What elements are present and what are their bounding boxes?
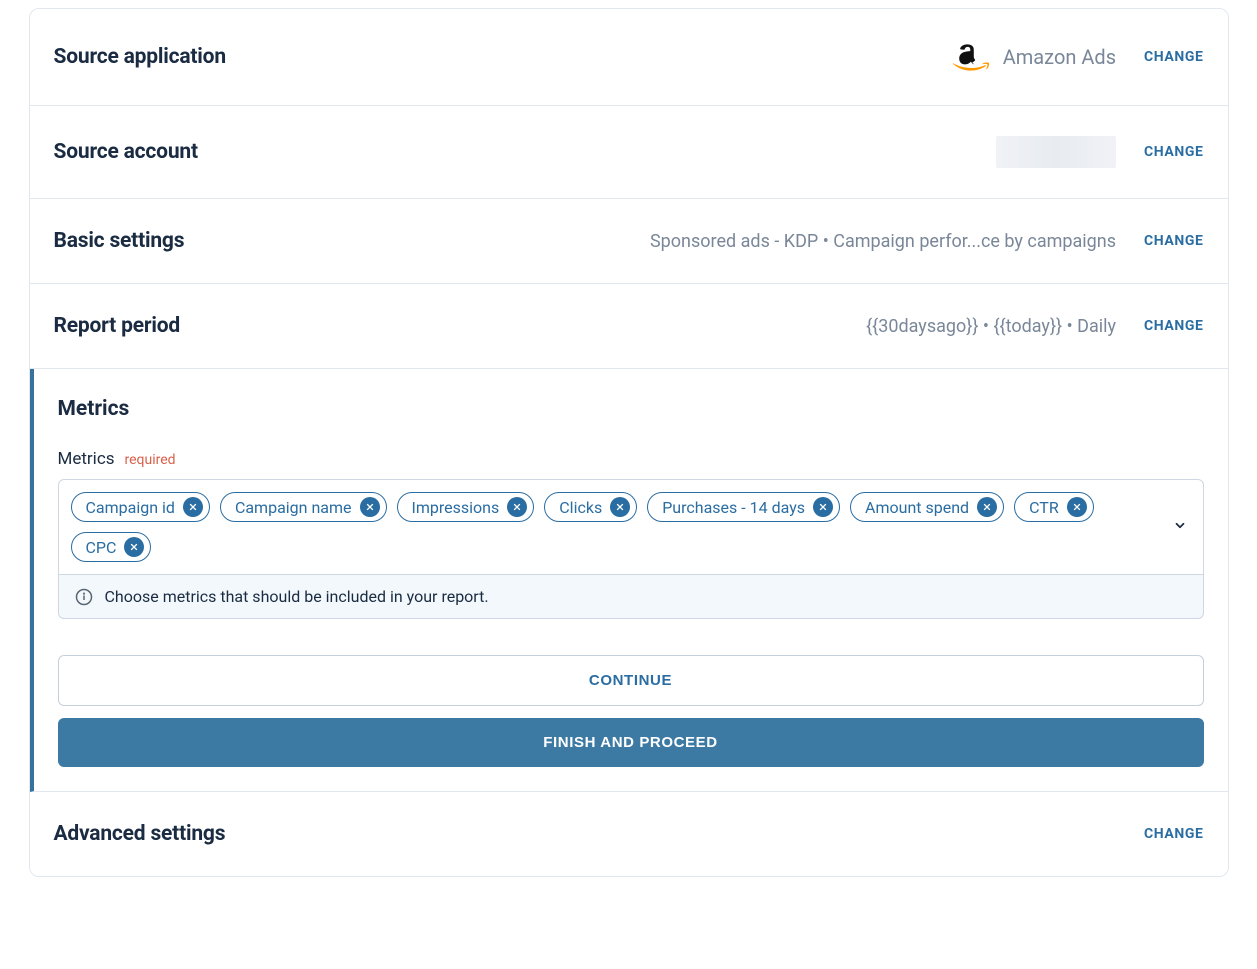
change-source-account-link[interactable]: CHANGE xyxy=(1144,144,1203,160)
metrics-helper-text: Choose metrics that should be included i… xyxy=(105,587,489,606)
change-report-period-link[interactable]: CHANGE xyxy=(1144,318,1203,334)
metric-chip-label: CPC xyxy=(86,538,117,557)
change-advanced-settings-link[interactable]: CHANGE xyxy=(1144,826,1203,842)
chevron-down-icon[interactable] xyxy=(1169,514,1191,541)
remove-chip-icon[interactable] xyxy=(977,497,997,517)
config-panel: Source application Amazon Ads CHANGE Sou… xyxy=(29,8,1229,877)
source-account-right: CHANGE xyxy=(996,136,1203,168)
finish-and-proceed-button[interactable]: FINISH AND PROCEED xyxy=(58,718,1204,767)
section-source-account: Source account CHANGE xyxy=(30,106,1228,199)
metric-chip: Campaign name xyxy=(220,492,387,522)
metric-chip: Clicks xyxy=(544,492,637,522)
source-account-title: Source account xyxy=(54,140,198,164)
metric-chip: Purchases - 14 days xyxy=(647,492,840,522)
basic-settings-right: Sponsored ads - KDP • Campaign perfor...… xyxy=(650,231,1204,252)
remove-chip-icon[interactable] xyxy=(124,537,144,557)
remove-chip-icon[interactable] xyxy=(1067,497,1087,517)
remove-chip-icon[interactable] xyxy=(813,497,833,517)
metric-chip: Amount spend xyxy=(850,492,1004,522)
metrics-helper: Choose metrics that should be included i… xyxy=(58,575,1204,619)
info-icon xyxy=(75,588,93,606)
report-period-summary: {{30daysago}} • {{today}} • Daily xyxy=(866,316,1116,337)
source-account-value-redacted xyxy=(996,136,1116,168)
metric-chip: CPC xyxy=(71,532,152,562)
remove-chip-icon[interactable] xyxy=(183,497,203,517)
metric-chip: Impressions xyxy=(397,492,535,522)
report-period-title: Report period xyxy=(54,314,180,338)
basic-settings-summary: Sponsored ads - KDP • Campaign perfor...… xyxy=(650,231,1116,252)
change-source-application-link[interactable]: CHANGE xyxy=(1144,49,1203,65)
section-metrics: Metrics Metrics required Campaign idCamp… xyxy=(30,369,1228,792)
metrics-multiselect[interactable]: Campaign id Campaign name Impressions Click… xyxy=(58,479,1204,575)
metrics-heading: Metrics xyxy=(58,397,1204,421)
remove-chip-icon[interactable] xyxy=(507,497,527,517)
amazon-ads-icon xyxy=(953,39,989,75)
remove-chip-icon[interactable] xyxy=(610,497,630,517)
section-source-application: Source application Amazon Ads CHANGE xyxy=(30,9,1228,106)
metrics-field-label-row: Metrics required xyxy=(58,449,1204,469)
metrics-required-tag: required xyxy=(125,452,176,468)
report-period-right: {{30daysago}} • {{today}} • Daily CHANGE xyxy=(866,316,1203,337)
metric-chip: Campaign id xyxy=(71,492,210,522)
metric-chip-label: Clicks xyxy=(559,498,602,517)
metric-chip-label: Campaign name xyxy=(235,498,352,517)
metric-chip: CTR xyxy=(1014,492,1094,522)
source-application-info: Amazon Ads xyxy=(953,39,1116,75)
basic-settings-title: Basic settings xyxy=(54,229,185,253)
metric-chip-label: Impressions xyxy=(412,498,500,517)
advanced-settings-title: Advanced settings xyxy=(54,822,226,846)
section-basic-settings: Basic settings Sponsored ads - KDP • Cam… xyxy=(30,199,1228,284)
metrics-field-label: Metrics xyxy=(58,449,115,469)
metric-chip-label: Campaign id xyxy=(86,498,175,517)
section-advanced-settings: Advanced settings CHANGE xyxy=(30,792,1228,876)
metric-chip-label: CTR xyxy=(1029,498,1059,517)
source-application-name: Amazon Ads xyxy=(1003,45,1116,69)
source-application-title: Source application xyxy=(54,45,226,69)
advanced-settings-right: CHANGE xyxy=(1144,826,1203,842)
continue-button[interactable]: CONTINUE xyxy=(58,655,1204,706)
source-application-right: Amazon Ads CHANGE xyxy=(953,39,1204,75)
section-report-period: Report period {{30daysago}} • {{today}} … xyxy=(30,284,1228,369)
remove-chip-icon[interactable] xyxy=(360,497,380,517)
metric-chip-label: Amount spend xyxy=(865,498,969,517)
metric-chip-label: Purchases - 14 days xyxy=(662,498,805,517)
change-basic-settings-link[interactable]: CHANGE xyxy=(1144,233,1203,249)
